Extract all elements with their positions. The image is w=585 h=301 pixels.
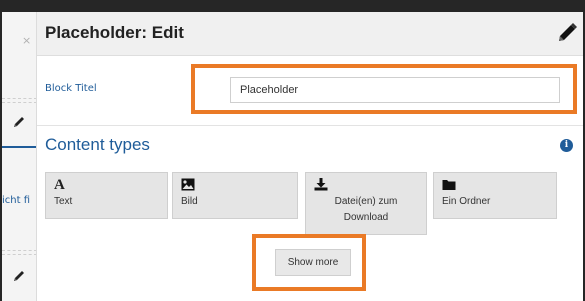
divider	[37, 125, 583, 126]
divider	[2, 254, 36, 255]
edit-modal: Placeholder: Edit Block Titel Content ty…	[37, 12, 583, 301]
tile-label: Ein Ordner	[442, 196, 491, 207]
content-type-folder[interactable]: Ein Ordner	[433, 172, 557, 219]
divider	[2, 102, 36, 103]
pencil-icon[interactable]	[11, 114, 27, 130]
modal-title: Placeholder: Edit	[45, 23, 184, 42]
content-type-text[interactable]: A Text	[45, 172, 168, 219]
block-title-label: Block Titel	[45, 83, 97, 94]
divider	[2, 250, 36, 251]
tile-label: Bild	[181, 196, 198, 207]
show-more-button[interactable]: Show more	[275, 249, 351, 276]
pencil-icon[interactable]	[11, 268, 27, 284]
text-icon: A	[54, 177, 65, 193]
download-icon	[314, 178, 328, 191]
block-title-input[interactable]	[230, 77, 560, 103]
tile-label: Datei(en) zum Download	[334, 196, 398, 223]
content-type-download[interactable]: Datei(en) zum Download	[305, 172, 427, 235]
pencil-icon[interactable]	[555, 21, 579, 45]
content-types-heading: Content types	[45, 135, 150, 154]
close-icon[interactable]: ×	[22, 34, 31, 47]
divider	[2, 98, 36, 99]
modal-header: Placeholder: Edit	[37, 12, 583, 56]
info-icon[interactable]: i	[560, 139, 573, 152]
tile-label: Text	[54, 196, 73, 207]
image-icon	[181, 178, 195, 191]
background-text-snippet: icht fi	[2, 195, 31, 206]
content-type-image[interactable]: Bild	[172, 172, 298, 219]
background-page-strip: × icht fi	[2, 12, 37, 301]
folder-icon	[442, 180, 456, 190]
divider	[2, 146, 36, 148]
